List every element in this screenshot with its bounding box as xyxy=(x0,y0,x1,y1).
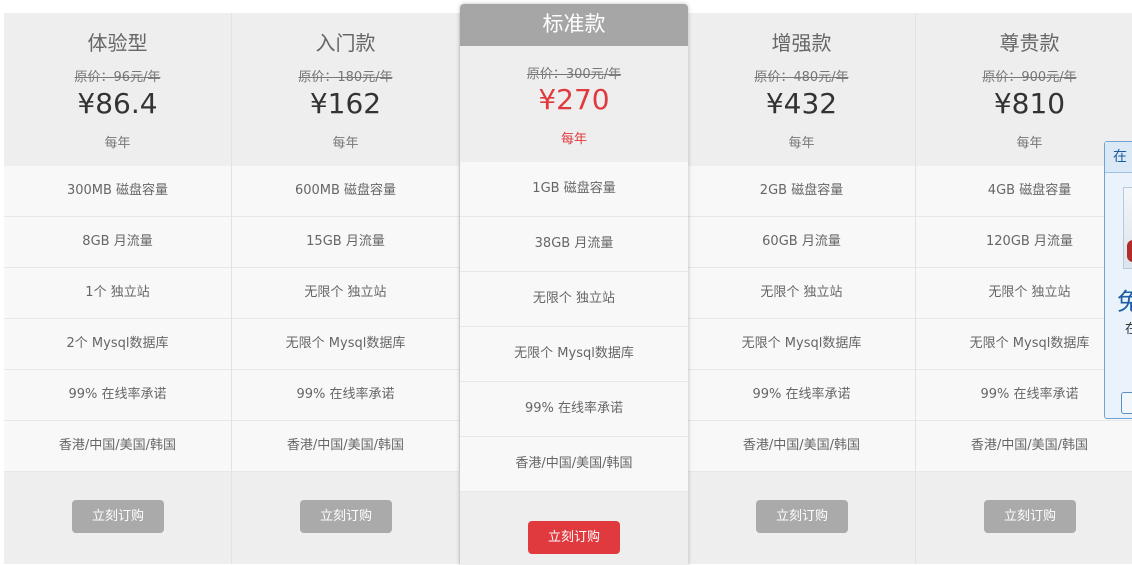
widget-headline: 免 xyxy=(1117,288,1132,316)
feature-mysql: 无限个 Mysql数据库 xyxy=(460,327,688,382)
feature-regions: 香港/中国/美国/韩国 xyxy=(232,421,459,472)
feature-disk: 2GB 磁盘容量 xyxy=(688,166,915,217)
plan-name: 尊贵款 xyxy=(999,31,1060,55)
feature-regions: 香港/中国/美国/韩国 xyxy=(460,437,688,492)
widget-subtext: 在 xyxy=(1125,322,1132,337)
plan-column-starter: 入门款 原价：180元/年 ¥162 每年 600MB 磁盘容量 15GB 月流… xyxy=(232,13,460,564)
original-price: 原价：96元/年 xyxy=(74,70,161,85)
plan-header: 尊贵款 原价：900元/年 ¥810 每年 xyxy=(916,13,1132,166)
feature-mysql: 2个 Mysql数据库 xyxy=(4,319,231,370)
feature-sites: 1个 独立站 xyxy=(4,268,231,319)
widget-button[interactable] xyxy=(1121,392,1132,414)
feature-sites: 无限个 独立站 xyxy=(460,272,688,327)
feature-regions: 香港/中国/美国/韩国 xyxy=(4,421,231,472)
plan-footer: 立刻订购 xyxy=(916,472,1132,564)
billing-period: 每年 xyxy=(788,136,815,151)
plan-name: 标准款 xyxy=(460,4,688,46)
feature-traffic: 38GB 月流量 xyxy=(460,217,688,272)
feature-sites: 无限个 独立站 xyxy=(916,268,1132,319)
plan-footer: 立刻订购 xyxy=(4,472,231,564)
plan-footer: 立刻订购 xyxy=(688,472,915,564)
feature-regions: 香港/中国/美国/韩国 xyxy=(688,421,915,472)
plan-column-standard-featured: 标准款 原价：300元/年 ¥270 每年 1GB 磁盘容量 38GB 月流量 … xyxy=(460,4,688,565)
feature-traffic: 60GB 月流量 xyxy=(688,217,915,268)
original-price: 原价：900元/年 xyxy=(982,70,1077,85)
plan-price: ¥86.4 xyxy=(77,87,158,120)
order-button[interactable]: 立刻订购 xyxy=(72,500,164,533)
plan-footer: 立刻订购 xyxy=(232,472,459,564)
feature-sites: 无限个 独立站 xyxy=(688,268,915,319)
order-button[interactable]: 立刻订购 xyxy=(756,500,848,533)
feature-mysql: 无限个 Mysql数据库 xyxy=(916,319,1132,370)
billing-period: 每年 xyxy=(104,136,131,151)
feature-mysql: 无限个 Mysql数据库 xyxy=(232,319,459,370)
original-price: 原价：300元/年 xyxy=(526,67,622,82)
order-button-featured[interactable]: 立刻订购 xyxy=(528,521,620,554)
feature-uptime: 99% 在线率承诺 xyxy=(232,370,459,421)
plan-name: 体验型 xyxy=(87,31,148,55)
plan-header: 体验型 原价：96元/年 ¥86.4 每年 xyxy=(4,13,231,166)
feature-regions: 香港/中国/美国/韩国 xyxy=(916,421,1132,472)
feature-uptime: 99% 在线率承诺 xyxy=(460,382,688,437)
plan-header: 原价：300元/年 ¥270 每年 xyxy=(460,46,688,162)
feature-traffic: 15GB 月流量 xyxy=(232,217,459,268)
plan-price: ¥162 xyxy=(309,87,382,120)
plan-price: ¥270 xyxy=(538,83,610,116)
feature-disk: 300MB 磁盘容量 xyxy=(4,166,231,217)
feature-mysql: 无限个 Mysql数据库 xyxy=(688,319,915,370)
feature-traffic: 120GB 月流量 xyxy=(916,217,1132,268)
billing-period: 每年 xyxy=(560,132,587,147)
feature-disk: 600MB 磁盘容量 xyxy=(232,166,459,217)
plan-name: 入门款 xyxy=(315,31,376,55)
feature-traffic: 8GB 月流量 xyxy=(4,217,231,268)
feature-uptime: 99% 在线率承诺 xyxy=(688,370,915,421)
person-icon xyxy=(1127,240,1132,262)
feature-disk: 4GB 磁盘容量 xyxy=(916,166,1132,217)
plan-name: 增强款 xyxy=(771,31,832,55)
plan-column-premium: 尊贵款 原价：900元/年 ¥810 每年 4GB 磁盘容量 120GB 月流量… xyxy=(916,13,1132,564)
order-button[interactable]: 立刻订购 xyxy=(300,500,392,533)
floating-service-widget[interactable]: 在 免 在 xyxy=(1104,141,1132,419)
order-button[interactable]: 立刻订购 xyxy=(984,500,1076,533)
feature-sites: 无限个 独立站 xyxy=(232,268,459,319)
original-price: 原价：180元/年 xyxy=(298,70,393,85)
billing-period: 每年 xyxy=(1016,136,1043,151)
feature-disk: 1GB 磁盘容量 xyxy=(460,162,688,217)
plan-column-enhanced: 增强款 原价：480元/年 ¥432 每年 2GB 磁盘容量 60GB 月流量 … xyxy=(688,13,916,564)
feature-uptime: 99% 在线率承诺 xyxy=(4,370,231,421)
original-price: 原价：480元/年 xyxy=(754,70,849,85)
plan-price: ¥432 xyxy=(765,87,838,120)
feature-uptime: 99% 在线率承诺 xyxy=(916,370,1132,421)
plan-header: 入门款 原价：180元/年 ¥162 每年 xyxy=(232,13,459,166)
widget-title: 在 xyxy=(1105,142,1132,173)
plan-header: 增强款 原价：480元/年 ¥432 每年 xyxy=(688,13,915,166)
billing-period: 每年 xyxy=(332,136,359,151)
agent-photo xyxy=(1123,187,1132,269)
plan-footer: 立刻订购 xyxy=(460,492,688,565)
plan-column-trial: 体验型 原价：96元/年 ¥86.4 每年 300MB 磁盘容量 8GB 月流量… xyxy=(4,13,232,564)
plan-price: ¥810 xyxy=(993,87,1066,120)
